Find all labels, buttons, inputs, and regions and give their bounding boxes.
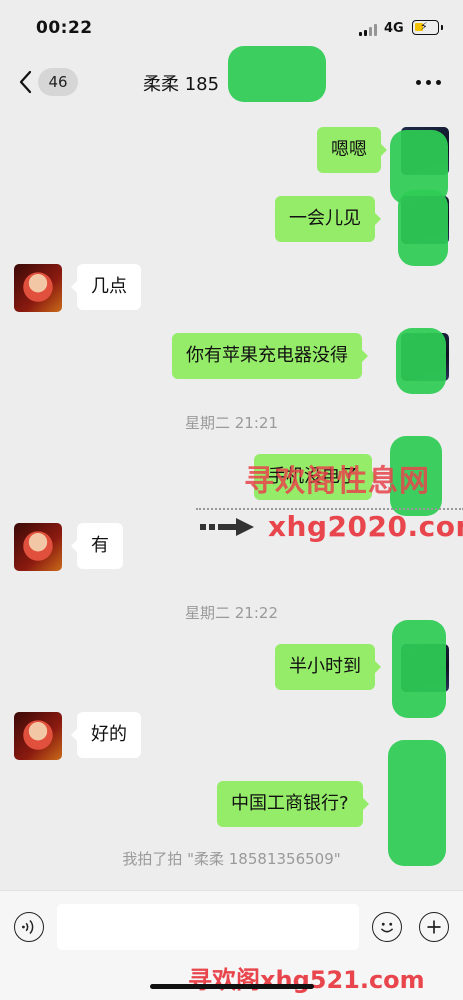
peer-avatar[interactable] bbox=[14, 264, 62, 312]
status-bar: 00:22 4G ⚡ bbox=[0, 0, 463, 56]
message-bubble[interactable]: 一会儿见 bbox=[275, 196, 381, 242]
plus-icon[interactable] bbox=[419, 912, 449, 942]
message-bubble[interactable]: 中国工商银行? bbox=[217, 781, 369, 827]
message-list[interactable]: 嗯嗯 一会儿见 几点 你有苹果充电器没得 星期二 21:21 手机没电了 有 星… bbox=[0, 110, 463, 890]
chevron-left-icon[interactable] bbox=[16, 68, 38, 96]
battery-cap bbox=[441, 25, 443, 30]
message-bubble[interactable]: 有 bbox=[71, 523, 123, 569]
peer-avatar[interactable] bbox=[14, 523, 62, 571]
message-bubble[interactable]: 你有苹果充电器没得 bbox=[172, 333, 368, 379]
home-indicator bbox=[150, 984, 314, 989]
status-time: 00:22 bbox=[36, 18, 93, 38]
timestamp: 星期二 21:22 bbox=[185, 604, 278, 622]
network-label: 4G bbox=[384, 21, 404, 36]
timestamp: 星期二 21:21 bbox=[185, 414, 278, 432]
message-bubble[interactable]: 半小时到 bbox=[275, 644, 381, 690]
chat-title: 柔柔 185 bbox=[143, 74, 220, 95]
redaction-scribble bbox=[392, 620, 446, 718]
more-icon[interactable] bbox=[416, 80, 442, 86]
watermark-text: 寻欢阁性息网 bbox=[244, 464, 430, 499]
message-bubble[interactable]: 几点 bbox=[71, 264, 141, 310]
redaction-scribble bbox=[396, 328, 446, 394]
unread-badge[interactable]: 46 bbox=[38, 68, 78, 96]
redaction-scribble bbox=[398, 190, 448, 266]
signal-icon bbox=[359, 24, 379, 36]
message-input[interactable] bbox=[57, 904, 359, 950]
battery-icon: ⚡ bbox=[412, 20, 439, 35]
voice-icon[interactable] bbox=[14, 912, 44, 942]
watermark-url: xhg2020.com bbox=[268, 510, 463, 543]
watermark-bottom: 寻欢阁xhg521.com bbox=[188, 966, 425, 994]
message-bubble[interactable]: 嗯嗯 bbox=[317, 127, 387, 173]
emoji-icon[interactable] bbox=[372, 912, 402, 942]
message-bubble[interactable]: 好的 bbox=[71, 712, 141, 758]
redaction-scribble bbox=[228, 46, 326, 102]
arrow-right-icon bbox=[200, 518, 254, 536]
system-note: 我拍了拍 "柔柔 18581356509" bbox=[122, 850, 341, 868]
peer-avatar[interactable] bbox=[14, 712, 62, 760]
